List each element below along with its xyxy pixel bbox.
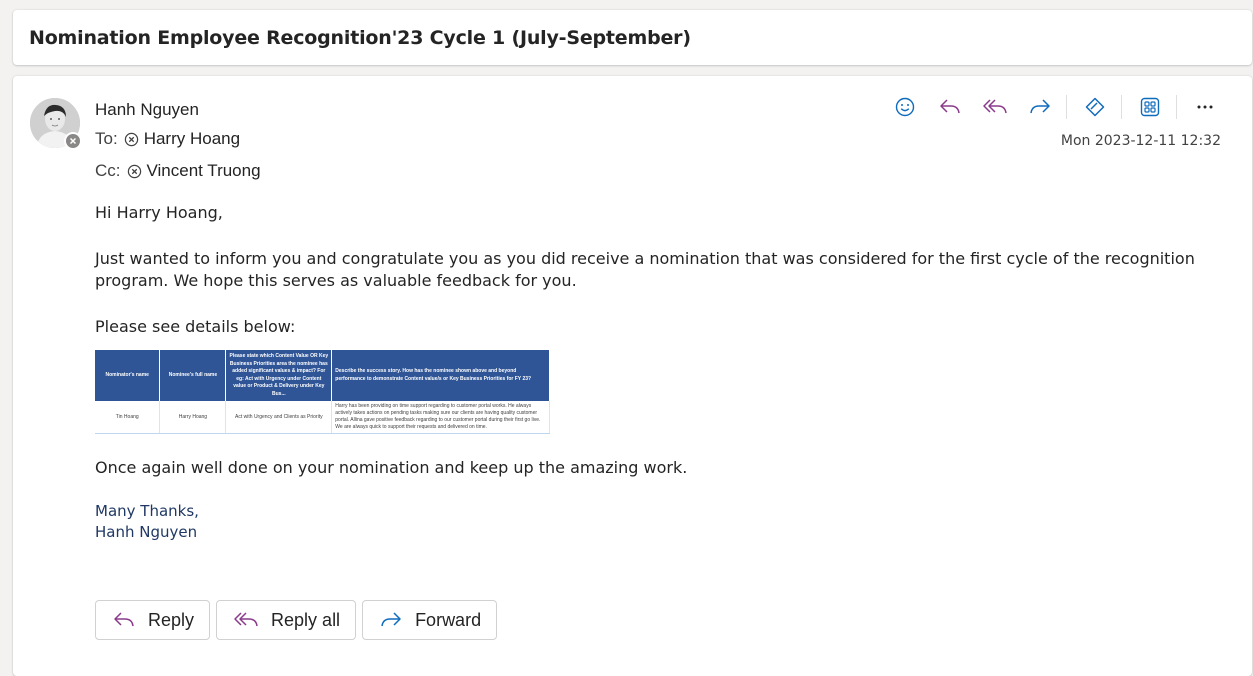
- table-header: Nominator's name: [95, 350, 161, 401]
- toolbar-divider: [1176, 95, 1177, 119]
- cc-line: Cc: Vincent Truong: [95, 161, 261, 181]
- remove-recipient-icon: [127, 164, 142, 179]
- reply-icon: [940, 99, 960, 114]
- to-label: To:: [95, 129, 118, 148]
- table-cell: Harry Hoang: [159, 401, 227, 434]
- nomination-table: Nominator's name Nominee's full name Ple…: [95, 350, 550, 434]
- emoji-button[interactable]: [888, 93, 922, 121]
- body-paragraph-2: Please see details below:: [95, 317, 296, 336]
- cc-label: Cc:: [95, 161, 121, 180]
- more-actions-button[interactable]: [1188, 93, 1222, 121]
- subject-title: Nomination Employee Recognition'23 Cycle…: [29, 26, 691, 49]
- table-row: Tin Hoang Harry Hoang Act with Urgency a…: [95, 401, 550, 434]
- table-cell: Harry has been providing on time support…: [331, 401, 550, 434]
- forward-icon: [1030, 99, 1050, 114]
- to-line: To: Harry Hoang: [95, 129, 240, 149]
- signature: Many Thanks, Hanh Nguyen: [95, 501, 1195, 543]
- body-paragraph-3: Once again well done on your nomination …: [95, 458, 688, 477]
- forward-label: Forward: [415, 609, 482, 630]
- reply-all-toolbar-button[interactable]: [978, 93, 1012, 121]
- greeting: Hi Harry Hoang,: [95, 203, 223, 222]
- to-recipient[interactable]: Harry Hoang: [124, 129, 240, 149]
- reply-all-icon: [233, 610, 259, 630]
- body-paragraph-1: Just wanted to inform you and congratula…: [95, 249, 1195, 290]
- reply-toolbar-button[interactable]: [933, 93, 967, 121]
- tag-icon: [1085, 97, 1105, 117]
- to-recipient-name: Harry Hoang: [143, 129, 241, 148]
- cc-recipient[interactable]: Vincent Truong: [127, 161, 261, 181]
- emoji-icon: [895, 97, 915, 117]
- table-header: Describe the success story. How has the …: [331, 350, 550, 401]
- table-header-row: Nominator's name Nominee's full name Ple…: [95, 350, 550, 401]
- reply-button[interactable]: Reply: [95, 600, 211, 640]
- cc-recipient-name: Vincent Truong: [146, 161, 261, 180]
- message-toolbar: [877, 93, 1222, 121]
- message-body: Hi Harry Hoang, Just wanted to inform yo…: [95, 202, 1195, 543]
- table-cell: Act with Urgency and Clients as Priority: [225, 401, 333, 434]
- signature-name: Hanh Nguyen: [95, 523, 198, 541]
- reply-all-button[interactable]: Reply all: [216, 600, 357, 640]
- forward-button[interactable]: Forward: [362, 600, 498, 640]
- toolbar-divider: [1066, 95, 1067, 119]
- reply-icon: [112, 610, 136, 630]
- remove-recipient-icon: [124, 132, 139, 147]
- message-card: Hanh Nguyen To: Harry Hoang Cc: Vincent …: [13, 76, 1252, 676]
- apps-button[interactable]: [1133, 93, 1167, 121]
- table-cell: Tin Hoang: [95, 401, 161, 434]
- apps-icon: [1140, 97, 1160, 117]
- message-date: Mon 2023-12-11 12:32: [1060, 133, 1221, 149]
- tag-button[interactable]: [1078, 93, 1112, 121]
- forward-icon: [379, 610, 403, 630]
- reply-all-icon: [983, 99, 1007, 114]
- more-icon: [1197, 105, 1213, 109]
- reply-all-label: Reply all: [271, 609, 341, 630]
- table-header: Nominee's full name: [159, 350, 227, 401]
- table-header: Please state which Content Value OR Key …: [225, 350, 333, 401]
- sign-off: Many Thanks,: [95, 502, 199, 520]
- reply-label: Reply: [148, 609, 195, 630]
- forward-toolbar-button[interactable]: [1023, 93, 1057, 121]
- presence-offline-icon: [66, 134, 80, 148]
- sender-name[interactable]: Hanh Nguyen: [95, 100, 199, 120]
- subject-header: Nomination Employee Recognition'23 Cycle…: [13, 10, 1252, 65]
- toolbar-divider: [1121, 95, 1122, 119]
- presence-badge: [64, 132, 82, 150]
- message-actions: Reply Reply all Forward: [95, 600, 503, 640]
